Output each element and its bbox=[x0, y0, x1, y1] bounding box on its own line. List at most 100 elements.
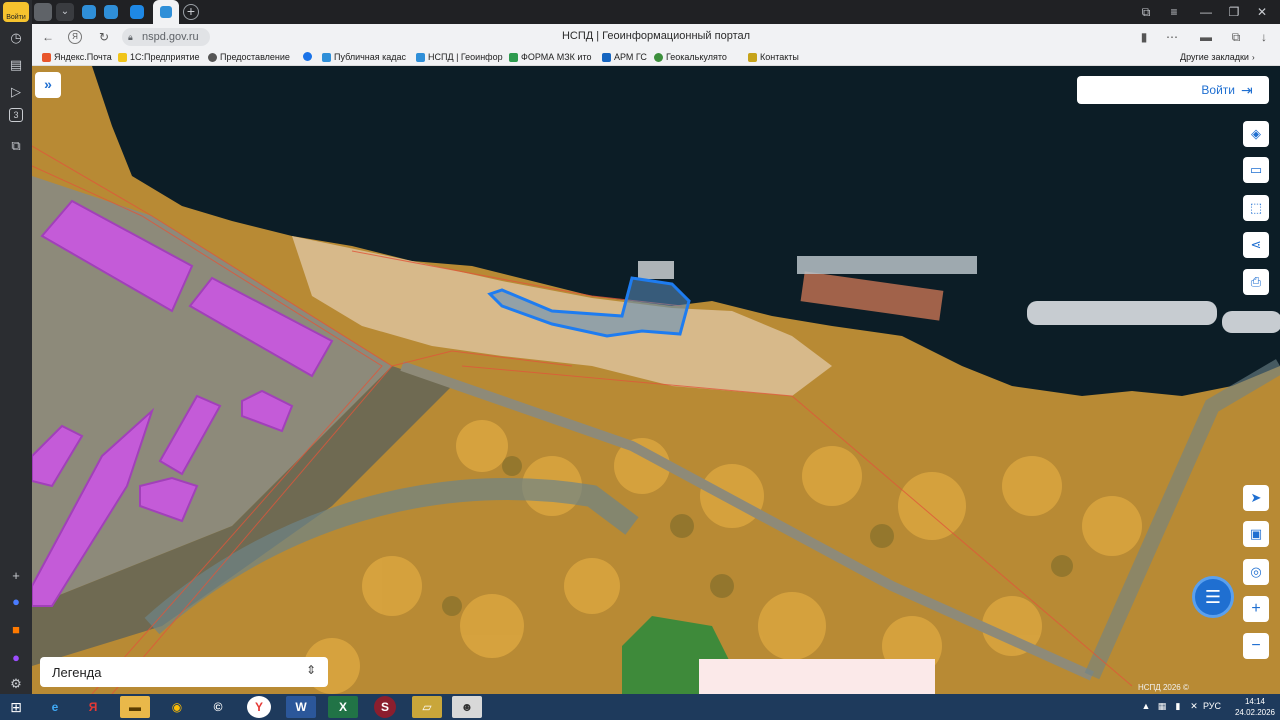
explorer-icon[interactable]: ▬ bbox=[120, 696, 150, 718]
layers-icon: ◈ bbox=[1251, 126, 1261, 141]
map-copyright: НСПД 2026 © bbox=[1138, 683, 1189, 692]
word-icon[interactable]: W bbox=[286, 696, 316, 718]
tab-menu-chevron-icon[interactable]: ⌄ bbox=[56, 3, 74, 21]
login-link[interactable]: Войти bbox=[1201, 83, 1235, 97]
site-icon bbox=[303, 52, 312, 61]
downloads-icon[interactable]: ↓ bbox=[1256, 29, 1272, 45]
select-area-icon: ⬚ bbox=[1249, 200, 1263, 215]
browser-sidebar: Войти ◷ ▤ ▷ 3 ⧉ + ● ■ ● ⚙ bbox=[0, 0, 32, 694]
screenshot-icon[interactable]: ⧉ bbox=[6, 136, 26, 156]
legend-label: Легенда bbox=[52, 665, 102, 680]
ruler-button[interactable]: ▭ bbox=[1243, 157, 1269, 183]
bookmark-icon[interactable]: ▮ bbox=[1136, 29, 1152, 45]
tray-volume-icon[interactable]: ✕ bbox=[1188, 700, 1200, 712]
bookmark-contacts[interactable]: Контакты bbox=[748, 52, 799, 62]
chevron-right-icon: › bbox=[1251, 52, 1255, 62]
bookmark-arm-gs[interactable]: АРМ ГС bbox=[602, 52, 647, 62]
map-canvas[interactable] bbox=[32, 66, 1280, 694]
satellite-map bbox=[32, 66, 1280, 694]
minus-icon: − bbox=[1251, 637, 1261, 654]
browser-menu-icon[interactable]: ≡ bbox=[1164, 4, 1184, 20]
tray-user-icon[interactable]: ▲ bbox=[1140, 700, 1152, 712]
bookmark-form-mzk[interactable]: ФОРМА МЗК ито bbox=[509, 52, 591, 62]
add-panel-icon[interactable]: + bbox=[6, 566, 26, 586]
print-button[interactable]: ⎙ bbox=[1243, 269, 1269, 295]
tab-yandex[interactable] bbox=[34, 3, 52, 21]
close-button[interactable]: ✕ bbox=[1252, 4, 1272, 20]
protect-icon[interactable]: ▬ bbox=[1198, 29, 1214, 45]
bookmark-blank[interactable] bbox=[303, 52, 312, 61]
tray-time: 14:14 bbox=[1244, 697, 1266, 706]
sidebar-login-badge[interactable]: Войти bbox=[3, 2, 29, 22]
other-bookmarks[interactable]: Другие закладки › bbox=[1180, 52, 1255, 62]
form-icon bbox=[509, 52, 518, 62]
extensions-icon[interactable]: ⧉ bbox=[1228, 29, 1244, 45]
messenger-icon[interactable]: ● bbox=[6, 648, 26, 668]
page-title: НСПД | Геоинформационный портал bbox=[561, 30, 751, 42]
contacts-icon bbox=[748, 52, 757, 62]
mail-app-icon[interactable]: ■ bbox=[6, 620, 26, 640]
1c-icon bbox=[118, 52, 127, 62]
tray-date: 24.02.2026 bbox=[1234, 708, 1276, 717]
chevron-updown-icon: ⇕ bbox=[305, 663, 316, 677]
tab-strip: ⌄ + ⧉ ≡ — ❐ ✕ bbox=[32, 0, 1280, 24]
bookmark-1c[interactable]: 1С:Предприятие bbox=[118, 52, 199, 62]
s-app-icon[interactable]: S bbox=[374, 696, 396, 718]
zoom-out-button[interactable]: − bbox=[1243, 633, 1269, 659]
nspd-icon bbox=[416, 52, 425, 62]
minimize-button[interactable]: — bbox=[1196, 4, 1216, 20]
search-location-icon: ◎ bbox=[1250, 564, 1262, 579]
user-app-icon[interactable]: ☻ bbox=[452, 696, 482, 718]
bookmark-nspd[interactable]: НСПД | Геоинфор bbox=[416, 52, 503, 62]
plus-icon: + bbox=[1251, 600, 1261, 617]
minimap-button[interactable]: ▣ bbox=[1243, 521, 1269, 547]
collections-icon[interactable]: ▤ bbox=[6, 55, 26, 75]
bookmark-provision[interactable]: Предоставление bbox=[208, 52, 290, 62]
excel-icon[interactable]: X bbox=[328, 696, 358, 718]
tab-geoportal-1[interactable] bbox=[82, 5, 96, 19]
bookmarks-bar: Яндекс.Почта 1С:Предприятие Предоставлен… bbox=[32, 50, 1280, 66]
tray-clock[interactable]: 14:14 24.02.2026 bbox=[1232, 696, 1278, 718]
yandex-browser-icon[interactable]: Я bbox=[78, 696, 108, 718]
tray-battery-icon[interactable]: ▮ bbox=[1172, 700, 1184, 712]
alice-icon[interactable]: ● bbox=[6, 592, 26, 612]
bookmark-public-cadastral[interactable]: Публичная кадас bbox=[322, 52, 406, 62]
c-app-icon[interactable]: © bbox=[203, 696, 233, 718]
yandex-app-icon[interactable]: Y bbox=[247, 696, 271, 718]
windows-start-icon[interactable]: ⊞ bbox=[4, 696, 28, 718]
layers-button[interactable]: ◈ bbox=[1243, 121, 1269, 147]
tab-geoportal-3[interactable] bbox=[130, 5, 144, 19]
legend-dropdown[interactable]: Легенда ⇕ bbox=[40, 657, 328, 687]
locate-arrow-icon: ➤ bbox=[1250, 490, 1262, 505]
bookmark-yandex-mail[interactable]: Яндекс.Почта bbox=[42, 52, 112, 62]
bookmark-geocalc[interactable]: Геокалькулято bbox=[654, 52, 727, 62]
restore-button[interactable]: ❐ bbox=[1224, 4, 1244, 20]
share-button[interactable]: ⋖ bbox=[1243, 232, 1269, 258]
history-icon[interactable]: ◷ bbox=[6, 28, 26, 48]
login-icon[interactable]: ⇥ bbox=[1241, 81, 1259, 99]
media-icon[interactable]: ▷ bbox=[6, 82, 26, 102]
mail-icon bbox=[42, 52, 51, 62]
tray-language[interactable]: РУС bbox=[1203, 701, 1221, 711]
arm-icon bbox=[602, 52, 611, 62]
search-location-button[interactable]: ◎ bbox=[1243, 559, 1269, 585]
tab-manager-icon[interactable]: ⧉ bbox=[1136, 4, 1156, 20]
new-tab-button[interactable]: + bbox=[183, 4, 199, 20]
tab-geoportal-2[interactable] bbox=[104, 5, 118, 19]
tab-counter-icon[interactable]: 3 bbox=[9, 108, 23, 122]
login-panel[interactable]: Войти ⇥ bbox=[1077, 76, 1269, 104]
locate-button[interactable]: ➤ bbox=[1243, 485, 1269, 511]
tray-network-icon[interactable]: ▦ bbox=[1156, 700, 1168, 712]
tab-active[interactable] bbox=[153, 0, 179, 24]
chrome-icon[interactable]: ◉ bbox=[162, 696, 192, 718]
translate-icon[interactable]: ⋯ bbox=[1164, 29, 1180, 45]
expand-panel-button[interactable]: » bbox=[35, 72, 61, 98]
zoom-in-button[interactable]: + bbox=[1243, 596, 1269, 622]
tab-favicon-icon bbox=[160, 6, 172, 18]
chat-button[interactable]: ☰ bbox=[1192, 576, 1234, 618]
windows-taskbar: ⊞ e Я ▬ ◉ © Y W X S ▱ ☻ ▲ ▦ ▮ ✕ РУС 14:1… bbox=[0, 694, 1280, 720]
ie-icon[interactable]: e bbox=[40, 696, 70, 718]
settings-icon[interactable]: ⚙ bbox=[6, 674, 26, 694]
folder-app-icon[interactable]: ▱ bbox=[412, 696, 442, 718]
select-area-button[interactable]: ⬚ bbox=[1243, 195, 1269, 221]
